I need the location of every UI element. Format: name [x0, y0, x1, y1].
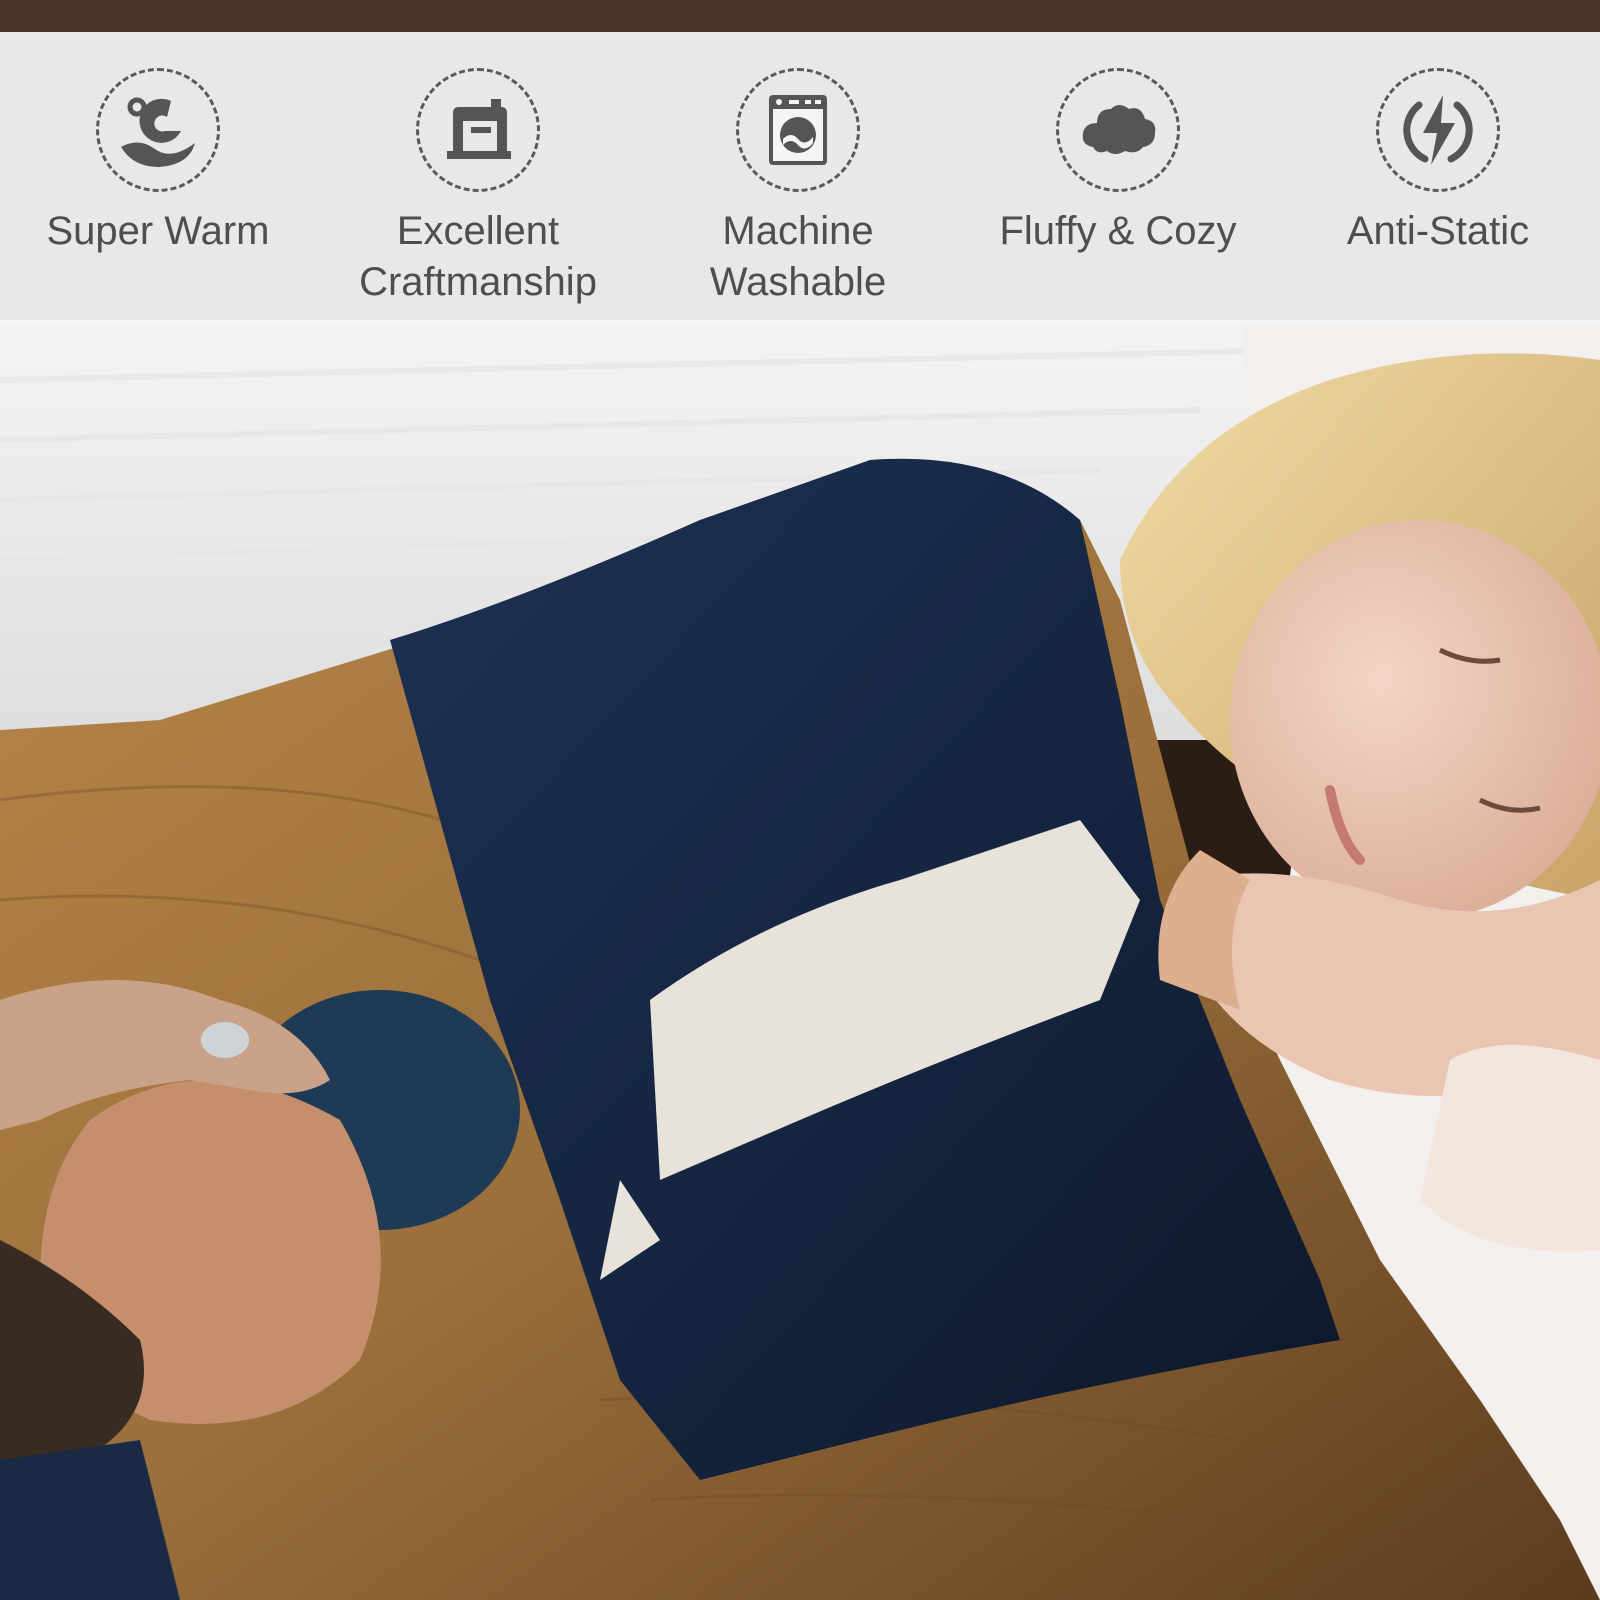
- feature-label: Excellent Craftmanship: [359, 209, 597, 304]
- feature-excellent-craftmanship: Excellent Craftmanship: [328, 68, 628, 308]
- feature-label: Super Warm: [46, 209, 270, 253]
- feature-badge: [736, 68, 860, 192]
- sewing-machine-icon: [447, 99, 511, 159]
- feature-badge: [96, 68, 220, 192]
- feature-badge: [1056, 68, 1180, 192]
- cloud-icon: [1082, 105, 1156, 154]
- feature-label: Fluffy & Cozy: [999, 209, 1237, 253]
- feature-label: Machine Washable: [709, 209, 887, 304]
- lightning-icon: [1403, 95, 1473, 165]
- washing-machine-icon: [769, 95, 827, 165]
- feature-badge: [1376, 68, 1500, 192]
- warm-heat-icon: [121, 97, 195, 167]
- feature-fluffy-cozy: Fluffy & Cozy: [968, 68, 1268, 257]
- feature-label: Anti-Static: [1346, 209, 1530, 253]
- feature-badge: [416, 68, 540, 192]
- feature-super-warm: Super Warm: [8, 68, 308, 257]
- feature-machine-washable: Machine Washable: [648, 68, 948, 308]
- features-band: Super Warm Excellent Craftmanship Machin…: [0, 32, 1600, 325]
- feature-anti-static: Anti-Static: [1288, 68, 1588, 257]
